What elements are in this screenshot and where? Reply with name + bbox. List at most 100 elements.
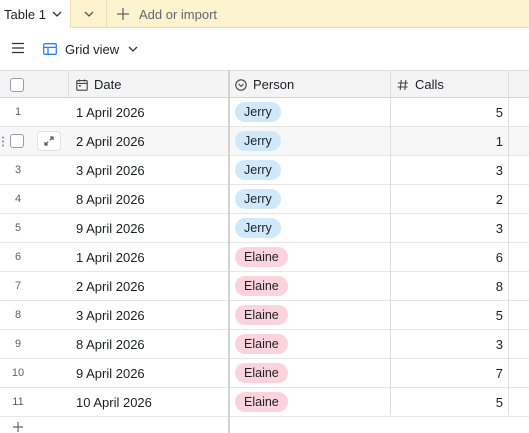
calls-cell[interactable]: 8 <box>390 272 503 300</box>
person-pill: Elaine <box>235 392 288 412</box>
date-cell[interactable]: 1 April 2026 <box>76 98 145 126</box>
date-cell[interactable]: 8 April 2026 <box>76 330 145 358</box>
drag-handle-icon[interactable] <box>1 136 5 147</box>
calendar-icon <box>76 79 88 91</box>
table-tab-bar: Table 1 Add or import <box>0 0 529 28</box>
table-row[interactable]: 1 1 April 2026 Jerry 5 <box>0 98 529 127</box>
column-header-date[interactable]: Date <box>76 71 121 98</box>
column-header-person-label: Person <box>253 77 295 92</box>
date-cell[interactable]: 9 April 2026 <box>76 359 145 387</box>
view-name: Grid view <box>65 41 120 57</box>
column-header-date-label: Date <box>94 77 122 92</box>
date-cell[interactable]: 2 April 2026 <box>76 127 145 155</box>
hamburger-menu-icon[interactable] <box>11 42 25 54</box>
person-pill: Jerry <box>235 218 281 238</box>
person-cell[interactable]: Jerry <box>235 214 281 242</box>
person-pill: Jerry <box>235 160 281 180</box>
person-cell[interactable]: Jerry <box>235 98 281 126</box>
row-number: 5 <box>14 222 22 234</box>
table-row[interactable]: 9 8 April 2026 Elaine 3 <box>0 330 529 359</box>
row-number: 10 <box>11 367 25 379</box>
table-row[interactable]: 3 3 April 2026 Jerry 3 <box>0 156 529 185</box>
row-select-cell <box>10 127 24 155</box>
plus-icon <box>13 422 23 432</box>
calls-cell[interactable]: 3 <box>390 214 503 242</box>
select-all-checkbox[interactable] <box>10 77 24 92</box>
single-select-icon <box>235 78 247 91</box>
person-cell[interactable]: Elaine <box>235 359 288 387</box>
tab-table-1-label: Table 1 <box>4 6 46 22</box>
tab-table-1[interactable]: Table 1 <box>0 0 70 28</box>
date-cell[interactable]: 8 April 2026 <box>76 185 145 213</box>
person-cell[interactable]: Jerry <box>235 185 281 213</box>
expand-arrows-icon <box>44 136 54 146</box>
calls-cell[interactable]: 1 <box>390 127 503 155</box>
person-cell[interactable]: Elaine <box>235 243 288 271</box>
calls-cell[interactable]: 5 <box>390 98 503 126</box>
person-pill: Jerry <box>235 131 281 151</box>
table-row[interactable]: 11 10 April 2026 Elaine 5 <box>0 388 529 417</box>
column-divider <box>508 70 509 415</box>
row-number: 3 <box>14 164 22 176</box>
view-switcher[interactable]: Grid view <box>43 39 138 59</box>
row-number: 9 <box>14 338 22 350</box>
date-cell[interactable]: 10 April 2026 <box>76 388 152 416</box>
column-header-calls-label: Calls <box>415 77 444 92</box>
person-cell[interactable]: Elaine <box>235 330 288 358</box>
expand-record-button[interactable] <box>37 131 61 151</box>
table-row[interactable]: 2 April 2026 Jerry 1 <box>0 127 529 156</box>
tab-divider <box>106 0 107 28</box>
add-or-import-button[interactable]: Add or import <box>116 0 217 28</box>
primary-column-divider <box>228 70 230 433</box>
add-record-button[interactable] <box>0 415 36 433</box>
date-cell[interactable]: 9 April 2026 <box>76 214 145 242</box>
calls-cell[interactable]: 5 <box>390 388 503 416</box>
row-number: 11 <box>12 396 24 408</box>
person-cell[interactable]: Jerry <box>235 156 281 184</box>
column-header-person[interactable]: Person <box>235 71 294 98</box>
person-cell[interactable]: Jerry <box>235 127 281 155</box>
table-row[interactable]: 10 9 April 2026 Elaine 7 <box>0 359 529 388</box>
more-tables-button[interactable] <box>80 6 98 22</box>
person-pill: Jerry <box>235 102 281 122</box>
chevron-down-icon <box>128 46 138 52</box>
calls-cell[interactable]: 3 <box>390 156 503 184</box>
calls-cell[interactable]: 3 <box>390 330 503 358</box>
table-row[interactable]: 8 3 April 2026 Elaine 5 <box>0 301 529 330</box>
column-divider <box>390 70 391 415</box>
select-all-cell <box>10 71 24 98</box>
person-cell[interactable]: Elaine <box>235 388 288 416</box>
person-pill: Elaine <box>235 334 288 354</box>
grid-header: Date Person Calls <box>0 70 529 98</box>
plus-icon <box>117 8 129 20</box>
row-number: 6 <box>14 251 22 263</box>
date-cell[interactable]: 1 April 2026 <box>76 243 145 271</box>
date-cell[interactable]: 3 April 2026 <box>76 156 145 184</box>
person-pill: Elaine <box>235 247 288 267</box>
table-row[interactable]: 7 2 April 2026 Elaine 8 <box>0 272 529 301</box>
grid-view-icon <box>43 43 57 55</box>
person-pill: Elaine <box>235 276 288 296</box>
date-cell[interactable]: 3 April 2026 <box>76 301 145 329</box>
person-pill: Jerry <box>235 189 281 209</box>
calls-cell[interactable]: 7 <box>390 359 503 387</box>
table-row[interactable]: 6 1 April 2026 Elaine 6 <box>0 243 529 272</box>
records-grid: Date Person Calls 11 April 2026 Jerry 5 2 A… <box>0 70 529 433</box>
table-row[interactable]: 5 9 April 2026 Jerry 3 <box>0 214 529 243</box>
person-pill: Elaine <box>235 363 288 383</box>
calls-cell[interactable]: 2 <box>390 185 503 213</box>
row-checkbox[interactable] <box>10 134 24 148</box>
person-cell[interactable]: Elaine <box>235 301 288 329</box>
calls-cell[interactable]: 5 <box>390 301 503 329</box>
column-header-calls[interactable]: Calls <box>397 71 444 98</box>
chevron-down-icon <box>84 11 94 17</box>
chevron-down-icon[interactable] <box>52 11 62 17</box>
date-cell[interactable]: 2 April 2026 <box>76 272 145 300</box>
person-pill: Elaine <box>235 305 288 325</box>
calls-cell[interactable]: 6 <box>390 243 503 271</box>
row-number: 8 <box>14 309 22 321</box>
view-bar: Grid view <box>0 28 529 70</box>
add-or-import-label: Add or import <box>139 6 218 22</box>
person-cell[interactable]: Elaine <box>235 272 288 300</box>
table-row[interactable]: 4 8 April 2026 Jerry 2 <box>0 185 529 214</box>
